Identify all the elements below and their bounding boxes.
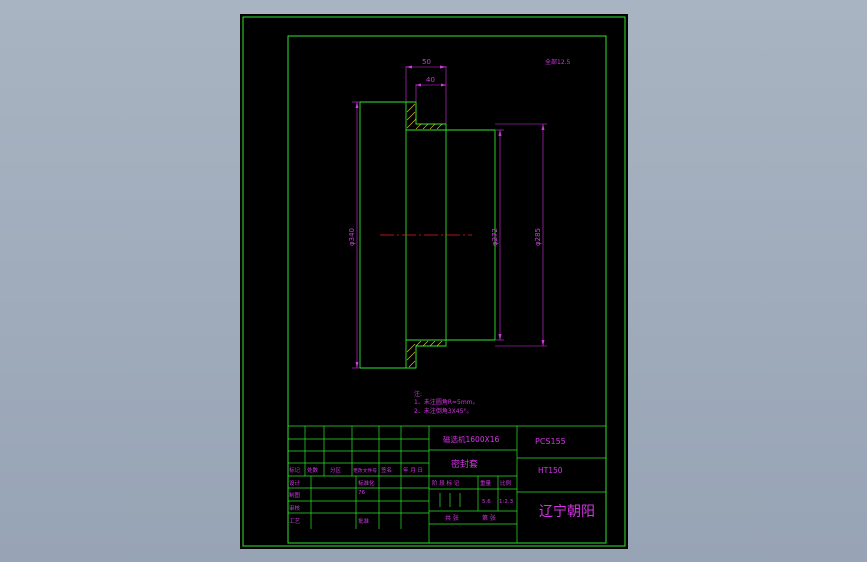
drawing-number: PCS155 bbox=[535, 437, 566, 446]
dimension-lines bbox=[352, 66, 547, 369]
label-scale: 比例 bbox=[500, 479, 512, 487]
roughness-note: 全部12.5 bbox=[545, 58, 571, 66]
engineering-drawing: 全部12.5 50 40 φ340 φ272 φ285 注: 1、未注圆角R=5… bbox=[242, 16, 626, 547]
material: HT150 bbox=[538, 466, 563, 475]
label-mark: 标记 bbox=[289, 466, 301, 474]
label-sheet-no: 第 张 bbox=[482, 514, 496, 522]
standardize-note: 76 bbox=[358, 490, 365, 496]
dim-width-outer: 50 bbox=[422, 58, 431, 66]
company-name: 辽宁朝阳 bbox=[539, 503, 595, 520]
label-count: 处数 bbox=[307, 466, 319, 474]
label-approve: 批准 bbox=[358, 517, 370, 525]
label-process: 工艺 bbox=[289, 518, 301, 525]
label-drafting: 制图 bbox=[289, 491, 301, 499]
label-standardize: 标准化 bbox=[358, 479, 375, 487]
dimension-arrows bbox=[355, 65, 545, 368]
label-signature: 签名 bbox=[381, 466, 392, 474]
dim-dia-step: φ285 bbox=[534, 228, 542, 246]
label-date: 年 月 日 bbox=[403, 466, 423, 474]
label-change-doc: 更改文件号 bbox=[353, 467, 377, 474]
label-zone: 分区 bbox=[330, 466, 342, 474]
label-weight: 重量 bbox=[480, 479, 492, 487]
notes-line-2: 2、未注倒角3X45°。 bbox=[414, 407, 472, 415]
notes-line-1: 1、未注圆角R=5mm。 bbox=[414, 398, 479, 406]
part-name: 密封套 bbox=[451, 458, 478, 470]
label-stage-mark: 阶 段 标 记 bbox=[432, 479, 460, 487]
value-scale: 1:2.3 bbox=[499, 499, 514, 505]
cad-viewport[interactable]: 全部12.5 50 40 φ340 φ272 φ285 注: 1、未注圆角R=5… bbox=[240, 14, 628, 549]
outer-frame bbox=[242, 16, 626, 547]
machine-name: 磁选机1600X16 bbox=[443, 434, 499, 444]
notes-heading: 注: bbox=[414, 390, 422, 398]
dim-width-inner: 40 bbox=[426, 76, 435, 84]
dim-dia-bore: φ272 bbox=[491, 228, 499, 246]
label-sheets-total: 共 张 bbox=[445, 514, 459, 522]
section-hatching bbox=[406, 103, 443, 368]
dim-dia-outer: φ340 bbox=[348, 228, 356, 246]
value-weight: 5.6 bbox=[482, 499, 491, 505]
label-design: 设计 bbox=[289, 479, 301, 487]
label-review: 审核 bbox=[289, 504, 301, 512]
